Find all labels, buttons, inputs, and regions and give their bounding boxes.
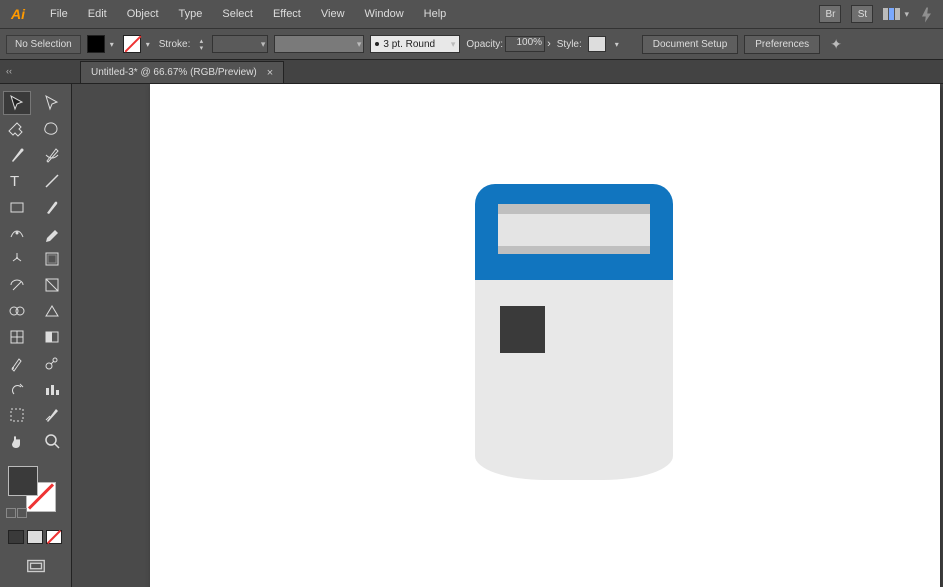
artboard — [150, 84, 940, 587]
document-tab-bar: Untitled-3* @ 66.67% (RGB/Preview) × — [0, 60, 943, 84]
menu-help[interactable]: Help — [414, 4, 457, 24]
width-tool[interactable] — [4, 274, 30, 296]
variable-width-profile[interactable]: ▾ — [274, 35, 364, 53]
stroke-label: Stroke: — [159, 39, 191, 50]
pen-tool[interactable] — [4, 144, 30, 166]
swap-default-icons[interactable] — [6, 508, 27, 518]
blend-tool[interactable] — [39, 352, 65, 374]
draw-mode-swatches[interactable] — [4, 530, 67, 544]
pin-control-icon[interactable]: ✦ — [830, 36, 842, 53]
zoom-tool[interactable] — [39, 430, 65, 452]
opacity-flyout[interactable]: › — [547, 38, 551, 50]
svg-text:T: T — [10, 173, 19, 190]
free-transform-tool[interactable] — [39, 274, 65, 296]
dot-icon — [375, 42, 379, 46]
menu-view[interactable]: View — [311, 4, 355, 24]
chevron-down-icon: ▾ — [904, 9, 909, 20]
menu-select[interactable]: Select — [212, 4, 263, 24]
workspace-switcher[interactable]: ▾ — [883, 8, 909, 20]
menu-window[interactable]: Window — [355, 4, 414, 24]
shaper-tool[interactable] — [4, 222, 30, 244]
opacity-input[interactable]: 100% — [505, 36, 545, 52]
workspace-icon — [883, 8, 900, 20]
art-screen — [498, 214, 650, 246]
fill-swatch[interactable] — [8, 466, 38, 496]
selection-status: No Selection — [6, 35, 81, 54]
style-label: Style: — [557, 39, 582, 50]
canvas-area[interactable] — [72, 84, 943, 587]
screen-mode-button[interactable] — [4, 558, 67, 574]
scale-tool[interactable] — [39, 248, 65, 270]
eraser-tool[interactable] — [39, 222, 65, 244]
art-dark-square — [500, 306, 545, 353]
lasso-tool[interactable] — [39, 118, 65, 140]
magic-wand-tool[interactable] — [4, 118, 30, 140]
menu-type[interactable]: Type — [169, 4, 213, 24]
app-logo: Ai — [6, 4, 30, 24]
graphic-style-chip[interactable] — [588, 36, 606, 52]
brush-definition-select[interactable]: 3 pt. Round ▾ — [370, 35, 460, 53]
close-tab-icon[interactable]: × — [267, 67, 273, 79]
opacity-label: Opacity: — [466, 39, 503, 50]
menu-object[interactable]: Object — [117, 4, 169, 24]
style-dropdown[interactable]: ▾ — [612, 39, 622, 49]
shape-builder-tool[interactable] — [4, 300, 30, 322]
stroke-dropdown[interactable]: ▾ — [143, 39, 153, 49]
main-area: T — [0, 84, 943, 587]
menu-bar: Ai FileEditObjectTypeSelectEffectViewWin… — [0, 0, 943, 28]
symbol-sprayer-tool[interactable] — [4, 378, 30, 400]
paintbrush-tool[interactable] — [39, 196, 65, 218]
toolbox: T — [0, 84, 72, 587]
curvature-tool[interactable] — [39, 144, 65, 166]
perspective-grid-tool[interactable] — [39, 300, 65, 322]
selection-tool[interactable] — [4, 92, 30, 114]
gradient-tool[interactable] — [39, 326, 65, 348]
panel-collapse-handle[interactable]: ‹‹ — [0, 60, 18, 82]
menu-file[interactable]: File — [40, 4, 78, 24]
eyedropper-tool[interactable] — [4, 352, 30, 374]
control-bar: No Selection ▾ ▾ Stroke: ▴▾ ▾ ▾ 3 pt. Ro… — [0, 28, 943, 60]
direct-selection-tool[interactable] — [39, 92, 65, 114]
column-graph-tool[interactable] — [39, 378, 65, 400]
artboard-tool[interactable] — [4, 404, 30, 426]
search-icon[interactable] — [919, 6, 937, 22]
document-tab[interactable]: Untitled-3* @ 66.67% (RGB/Preview) × — [80, 61, 284, 83]
document-setup-button[interactable]: Document Setup — [642, 35, 739, 54]
bridge-button[interactable]: Br — [819, 5, 841, 23]
menubar-right: Br St ▾ — [819, 5, 937, 23]
stroke-weight-stepper[interactable]: ▴▾ — [196, 37, 206, 51]
rectangle-tool[interactable] — [4, 196, 30, 218]
stroke-color-chip[interactable] — [123, 35, 141, 53]
stock-button[interactable]: St — [851, 5, 873, 23]
stroke-weight-select[interactable]: ▾ — [212, 35, 268, 53]
line-segment-tool[interactable] — [39, 170, 65, 192]
hand-tool[interactable] — [4, 430, 30, 452]
menu-edit[interactable]: Edit — [78, 4, 117, 24]
document-tab-title: Untitled-3* @ 66.67% (RGB/Preview) — [91, 67, 257, 78]
fill-dropdown[interactable]: ▾ — [107, 39, 117, 49]
mesh-tool[interactable] — [4, 326, 30, 348]
menu-effect[interactable]: Effect — [263, 4, 311, 24]
rotate-tool[interactable] — [4, 248, 30, 270]
fill-color-chip[interactable] — [87, 35, 105, 53]
fill-stroke-swatch[interactable] — [4, 466, 67, 524]
preferences-button[interactable]: Preferences — [744, 35, 820, 54]
type-tool[interactable]: T — [4, 170, 30, 192]
slice-tool[interactable] — [39, 404, 65, 426]
